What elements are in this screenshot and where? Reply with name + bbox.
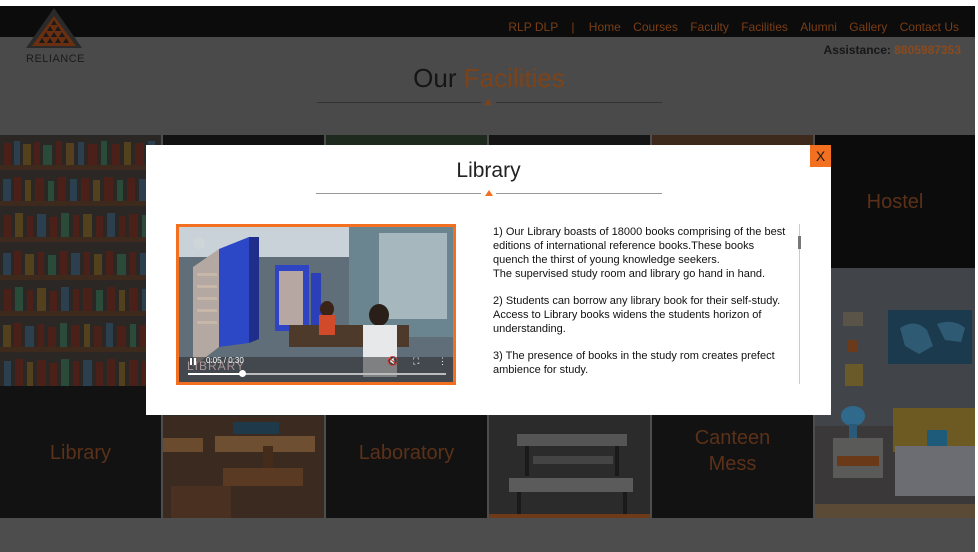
nav-courses[interactable]: Courses	[633, 20, 678, 34]
page-title: Our Facilities	[0, 63, 978, 94]
video-fullscreen-icon[interactable]: ⛶	[413, 356, 419, 367]
description-line: 3) The presence of books in the study ro…	[493, 350, 775, 376]
page-title-part1: Our	[413, 63, 457, 93]
modal-title: Library	[456, 159, 521, 182]
tile-hostel-room-image[interactable]	[815, 268, 975, 518]
description-line: 2) Students can borrow any library book …	[493, 295, 781, 335]
bookshelf-image	[0, 135, 161, 386]
nav-home[interactable]: Home	[589, 20, 621, 34]
main-nav: RLP DLP | Home Courses Faculty Facilitie…	[499, 20, 959, 34]
description-line: The supervised study room and library go…	[493, 268, 766, 280]
hostel-room-image	[815, 268, 975, 518]
assistance-phone[interactable]: 8805987353	[894, 43, 961, 57]
description-paragraph: 3) The presence of books in the study ro…	[493, 349, 793, 377]
assistance-label: Assistance:	[823, 43, 891, 57]
tile-label-laboratory: Laboratory	[358, 442, 455, 464]
description-paragraph: 2) Students can borrow any library book …	[493, 294, 793, 336]
tile-label-mess: Mess	[708, 453, 757, 475]
page-title-part2: Facilities	[463, 63, 565, 93]
nav-gallery[interactable]: Gallery	[849, 20, 887, 34]
page-frame: RLP DLP | Home Courses Faculty Facilitie…	[0, 0, 978, 552]
library-description: 1) Our Library boasts of 18000 books com…	[493, 225, 793, 383]
video-pause-icon[interactable]	[190, 358, 196, 365]
nav-contact-us[interactable]: Contact Us	[900, 20, 959, 34]
video-time: 0:05 / 0:30	[206, 356, 244, 365]
title-divider-marker-icon	[484, 99, 492, 105]
video-more-icon[interactable]: ⋮	[438, 356, 447, 367]
modal-divider-marker-icon	[485, 190, 493, 196]
modal-divider-right	[496, 193, 662, 194]
title-divider-left	[317, 102, 481, 103]
tile-label-canteen: Canteen	[694, 427, 771, 449]
library-video-player[interactable]: LIBRARY 0:05 / 0:30 🔇 ⛶ ⋮	[176, 224, 456, 385]
nav-facilities[interactable]: Facilities	[741, 20, 788, 34]
modal-divider-left	[316, 193, 481, 194]
tile-library[interactable]: Library	[0, 386, 161, 518]
tile-library-image[interactable]	[0, 135, 161, 386]
tile-label-library: Library	[49, 442, 112, 464]
nav-rlp-dlp[interactable]: RLP DLP	[508, 20, 558, 34]
assistance-info: Assistance: 8805987353	[824, 43, 961, 57]
description-line: 1) Our Library boasts of 18000 books com…	[493, 226, 786, 266]
description-scrollbar-thumb[interactable]	[798, 236, 801, 249]
nav-alumni[interactable]: Alumni	[800, 20, 837, 34]
video-mute-icon[interactable]: 🔇	[387, 356, 398, 367]
nav-faculty[interactable]: Faculty	[690, 20, 729, 34]
top-navbar: RLP DLP | Home Courses Faculty Facilitie…	[0, 6, 975, 37]
bottom-overlay	[0, 518, 975, 552]
title-divider-right	[496, 102, 662, 103]
nav-separator: |	[571, 20, 575, 34]
video-progress-fill	[188, 373, 243, 375]
tile-hostel[interactable]: Hostel	[815, 135, 975, 268]
description-paragraph: 1) Our Library boasts of 18000 books com…	[493, 225, 793, 281]
tile-label-hostel: Hostel	[866, 191, 924, 213]
